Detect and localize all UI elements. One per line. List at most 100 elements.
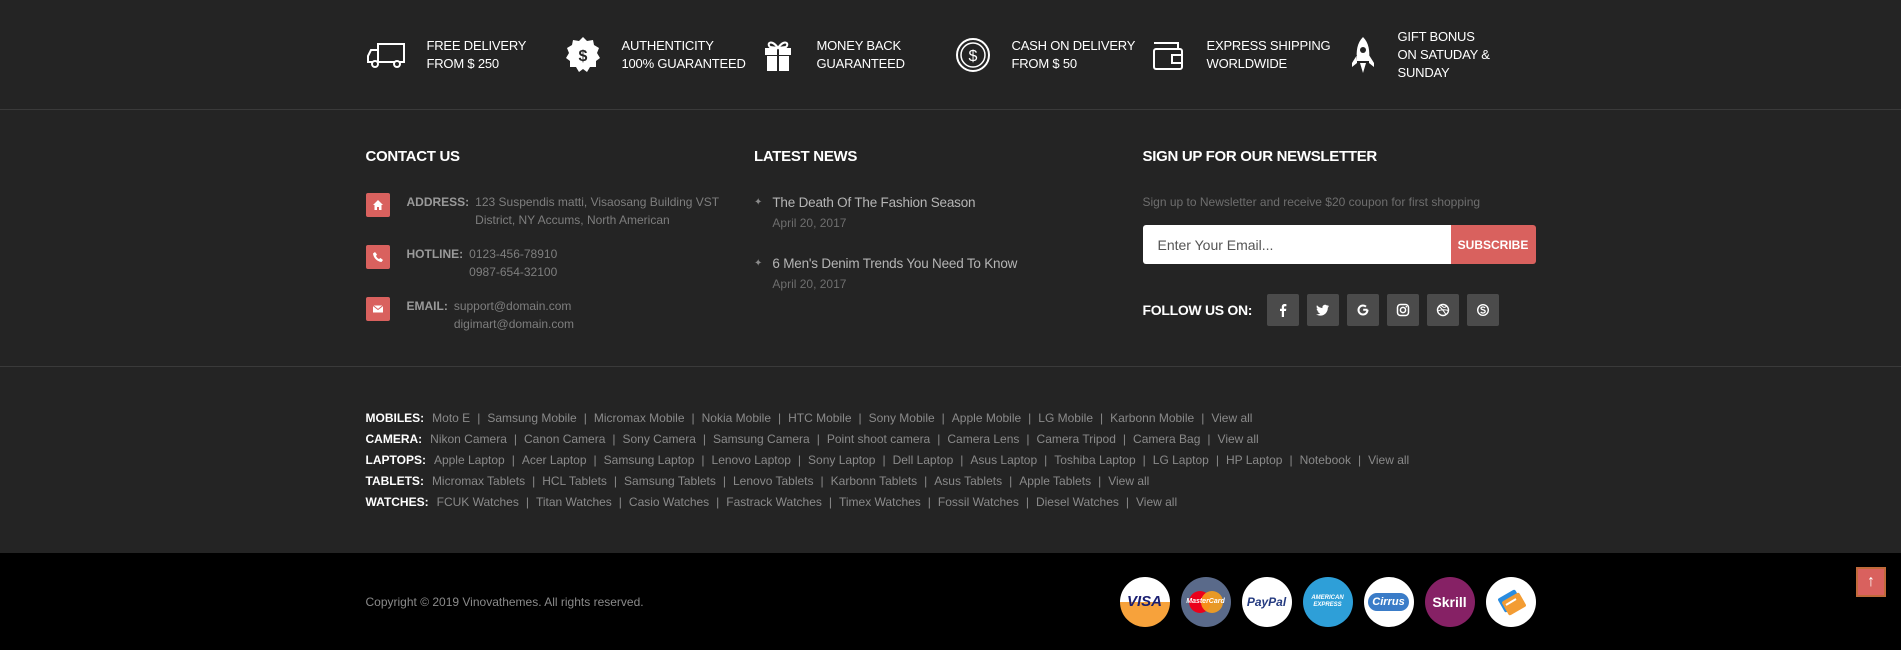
separator: | <box>858 411 862 425</box>
instagram-icon[interactable] <box>1387 294 1420 326</box>
category-label: WATCHES: <box>365 495 429 509</box>
google-icon[interactable] <box>1347 294 1380 326</box>
news-title[interactable]: 6 Men's Denim Trends You Need To Know <box>772 254 1017 274</box>
separator: | <box>1028 411 1032 425</box>
category-link[interactable]: Titan Watches <box>536 495 612 509</box>
category-link[interactable]: Dell Laptop <box>893 453 954 467</box>
subscribe-button[interactable]: SUBSCRIBE <box>1450 225 1536 264</box>
category-link[interactable]: Timex Watches <box>839 495 921 509</box>
category-link[interactable]: Apple Mobile <box>952 411 1021 425</box>
category-link[interactable]: Asus Tablets <box>934 474 1002 488</box>
separator: | <box>937 432 941 446</box>
category-link[interactable]: Sony Mobile <box>869 411 935 425</box>
email-row: EMAIL: support@domain.com digimart@domain… <box>365 297 755 333</box>
category-link[interactable]: Toshiba Laptop <box>1054 453 1135 467</box>
category-links: MOBILES: Moto E | Samsung Mobile | Micromax M… <box>0 367 1901 553</box>
category-link[interactable]: LG Mobile <box>1038 411 1093 425</box>
skrill-icon: Skrill <box>1424 576 1475 627</box>
separator: | <box>1100 411 1104 425</box>
separator: | <box>1125 495 1129 509</box>
email-line1[interactable]: support@domain.com <box>454 297 574 315</box>
dollar-circle-icon: $ <box>951 35 1012 75</box>
category-link[interactable]: HTC Mobile <box>788 411 851 425</box>
category-link[interactable]: Nokia Mobile <box>702 411 771 425</box>
category-link[interactable]: View all <box>1136 495 1177 509</box>
separator: | <box>1026 432 1030 446</box>
category-link[interactable]: Point shoot camera <box>827 432 930 446</box>
category-link[interactable]: View all <box>1108 474 1149 488</box>
address-label: ADDRESS: <box>406 195 470 209</box>
separator: | <box>816 432 820 446</box>
category-link[interactable]: Karbonn Mobile <box>1110 411 1194 425</box>
category-link[interactable]: Micromax Tablets <box>432 474 525 488</box>
separator: | <box>691 411 695 425</box>
facebook-icon[interactable] <box>1267 294 1300 326</box>
category-link[interactable]: Micromax Mobile <box>594 411 685 425</box>
skype-icon[interactable] <box>1467 294 1500 326</box>
feature-money-back: MONEY BACK GUARANTEED <box>756 35 951 75</box>
address-line2: District, NY Accums, North American <box>475 213 670 227</box>
category-link[interactable]: Asus Laptop <box>970 453 1037 467</box>
separator: | <box>613 474 618 488</box>
visa-icon: VISA <box>1119 576 1170 627</box>
newsletter-email-input[interactable] <box>1142 225 1451 264</box>
feature-express-shipping: EXPRESS SHIPPING WORLDWIDE <box>1146 35 1341 75</box>
category-link[interactable]: View all <box>1218 432 1259 446</box>
news-title[interactable]: The Death Of The Fashion Season <box>772 193 975 213</box>
separator: | <box>1098 474 1102 488</box>
email-line2[interactable]: digimart@domain.com <box>454 315 574 333</box>
category-link[interactable]: LG Laptop <box>1153 453 1209 467</box>
separator: | <box>1357 453 1362 467</box>
category-link[interactable]: HP Laptop <box>1226 453 1283 467</box>
category-link[interactable]: View all <box>1368 453 1409 467</box>
hotline-row: HOTLINE: 0123-456-78910 0987-654-32100 <box>365 245 755 281</box>
separator: | <box>511 453 515 467</box>
category-link[interactable]: Moto E <box>432 411 470 425</box>
card-logo-icon <box>1485 576 1536 627</box>
category-link[interactable]: Fossil Watches <box>938 495 1019 509</box>
category-link[interactable]: Apple Tablets <box>1019 474 1091 488</box>
diamond-bullet-icon: ✦ <box>754 258 763 269</box>
paypal-label: PayPal <box>1246 594 1287 609</box>
category-link[interactable]: Samsung Laptop <box>604 453 695 467</box>
category-link[interactable]: Camera Bag <box>1133 432 1200 446</box>
category-link[interactable]: Nikon Camera <box>430 432 507 446</box>
category-link[interactable]: FCUK Watches <box>437 495 519 509</box>
category-link[interactable]: Sony Laptop <box>808 453 875 467</box>
category-link[interactable]: Lenovo Laptop <box>712 453 791 467</box>
category-link[interactable]: HCL Tablets <box>542 474 607 488</box>
category-link[interactable]: Fastrack Watches <box>726 495 822 509</box>
separator: | <box>532 474 536 488</box>
separator: | <box>702 432 706 446</box>
category-link[interactable]: Sony Camera <box>623 432 696 446</box>
email-label: EMAIL: <box>406 299 448 313</box>
arrow-up-icon: ↑ <box>1867 573 1875 590</box>
category-link[interactable]: Camera Lens <box>947 432 1019 446</box>
news-item: ✦ 6 Men's Denim Trends You Need To Know A… <box>754 254 1143 293</box>
category-link[interactable]: Camera Tripod <box>1037 432 1116 446</box>
contact-column: CONTACT US ADDRESS: 123 Suspendis matti,… <box>365 148 755 349</box>
category-link[interactable]: Canon Camera <box>524 432 605 446</box>
cirrus-label: Cirrus <box>1368 592 1409 611</box>
hotline-label: HOTLINE: <box>406 247 464 261</box>
category-link[interactable]: Notebook <box>1300 453 1351 467</box>
separator: | <box>1044 453 1048 467</box>
category-link[interactable]: Lenovo Tablets <box>733 474 814 488</box>
twitter-icon[interactable] <box>1307 294 1340 326</box>
category-link[interactable]: View all <box>1211 411 1252 425</box>
follow-label: FOLLOW US ON: <box>1142 302 1253 318</box>
feature-gift-bonus: GIFT BONUS ON SATUDAY & SUNDAY <box>1341 28 1536 82</box>
category-link[interactable]: Diesel Watches <box>1036 495 1119 509</box>
category-link[interactable]: Apple Laptop <box>434 453 505 467</box>
dribbble-icon[interactable] <box>1427 294 1460 326</box>
mastercard-label: MasterCard <box>1186 598 1225 605</box>
category-link[interactable]: Samsung Mobile <box>487 411 576 425</box>
category-link[interactable]: Karbonn Tablets <box>831 474 918 488</box>
american-express-icon: AMERICAN EXPRESS <box>1302 576 1353 627</box>
back-to-top-button[interactable]: ↑ <box>1856 567 1886 597</box>
category-link[interactable]: Casio Watches <box>629 495 709 509</box>
category-link[interactable]: Samsung Tablets <box>624 474 716 488</box>
category-link[interactable]: Acer Laptop <box>522 453 587 467</box>
category-link[interactable]: Samsung Camera <box>713 432 810 446</box>
copyright-text: Copyright © 2019 Vinovathemes. All right… <box>365 594 644 609</box>
